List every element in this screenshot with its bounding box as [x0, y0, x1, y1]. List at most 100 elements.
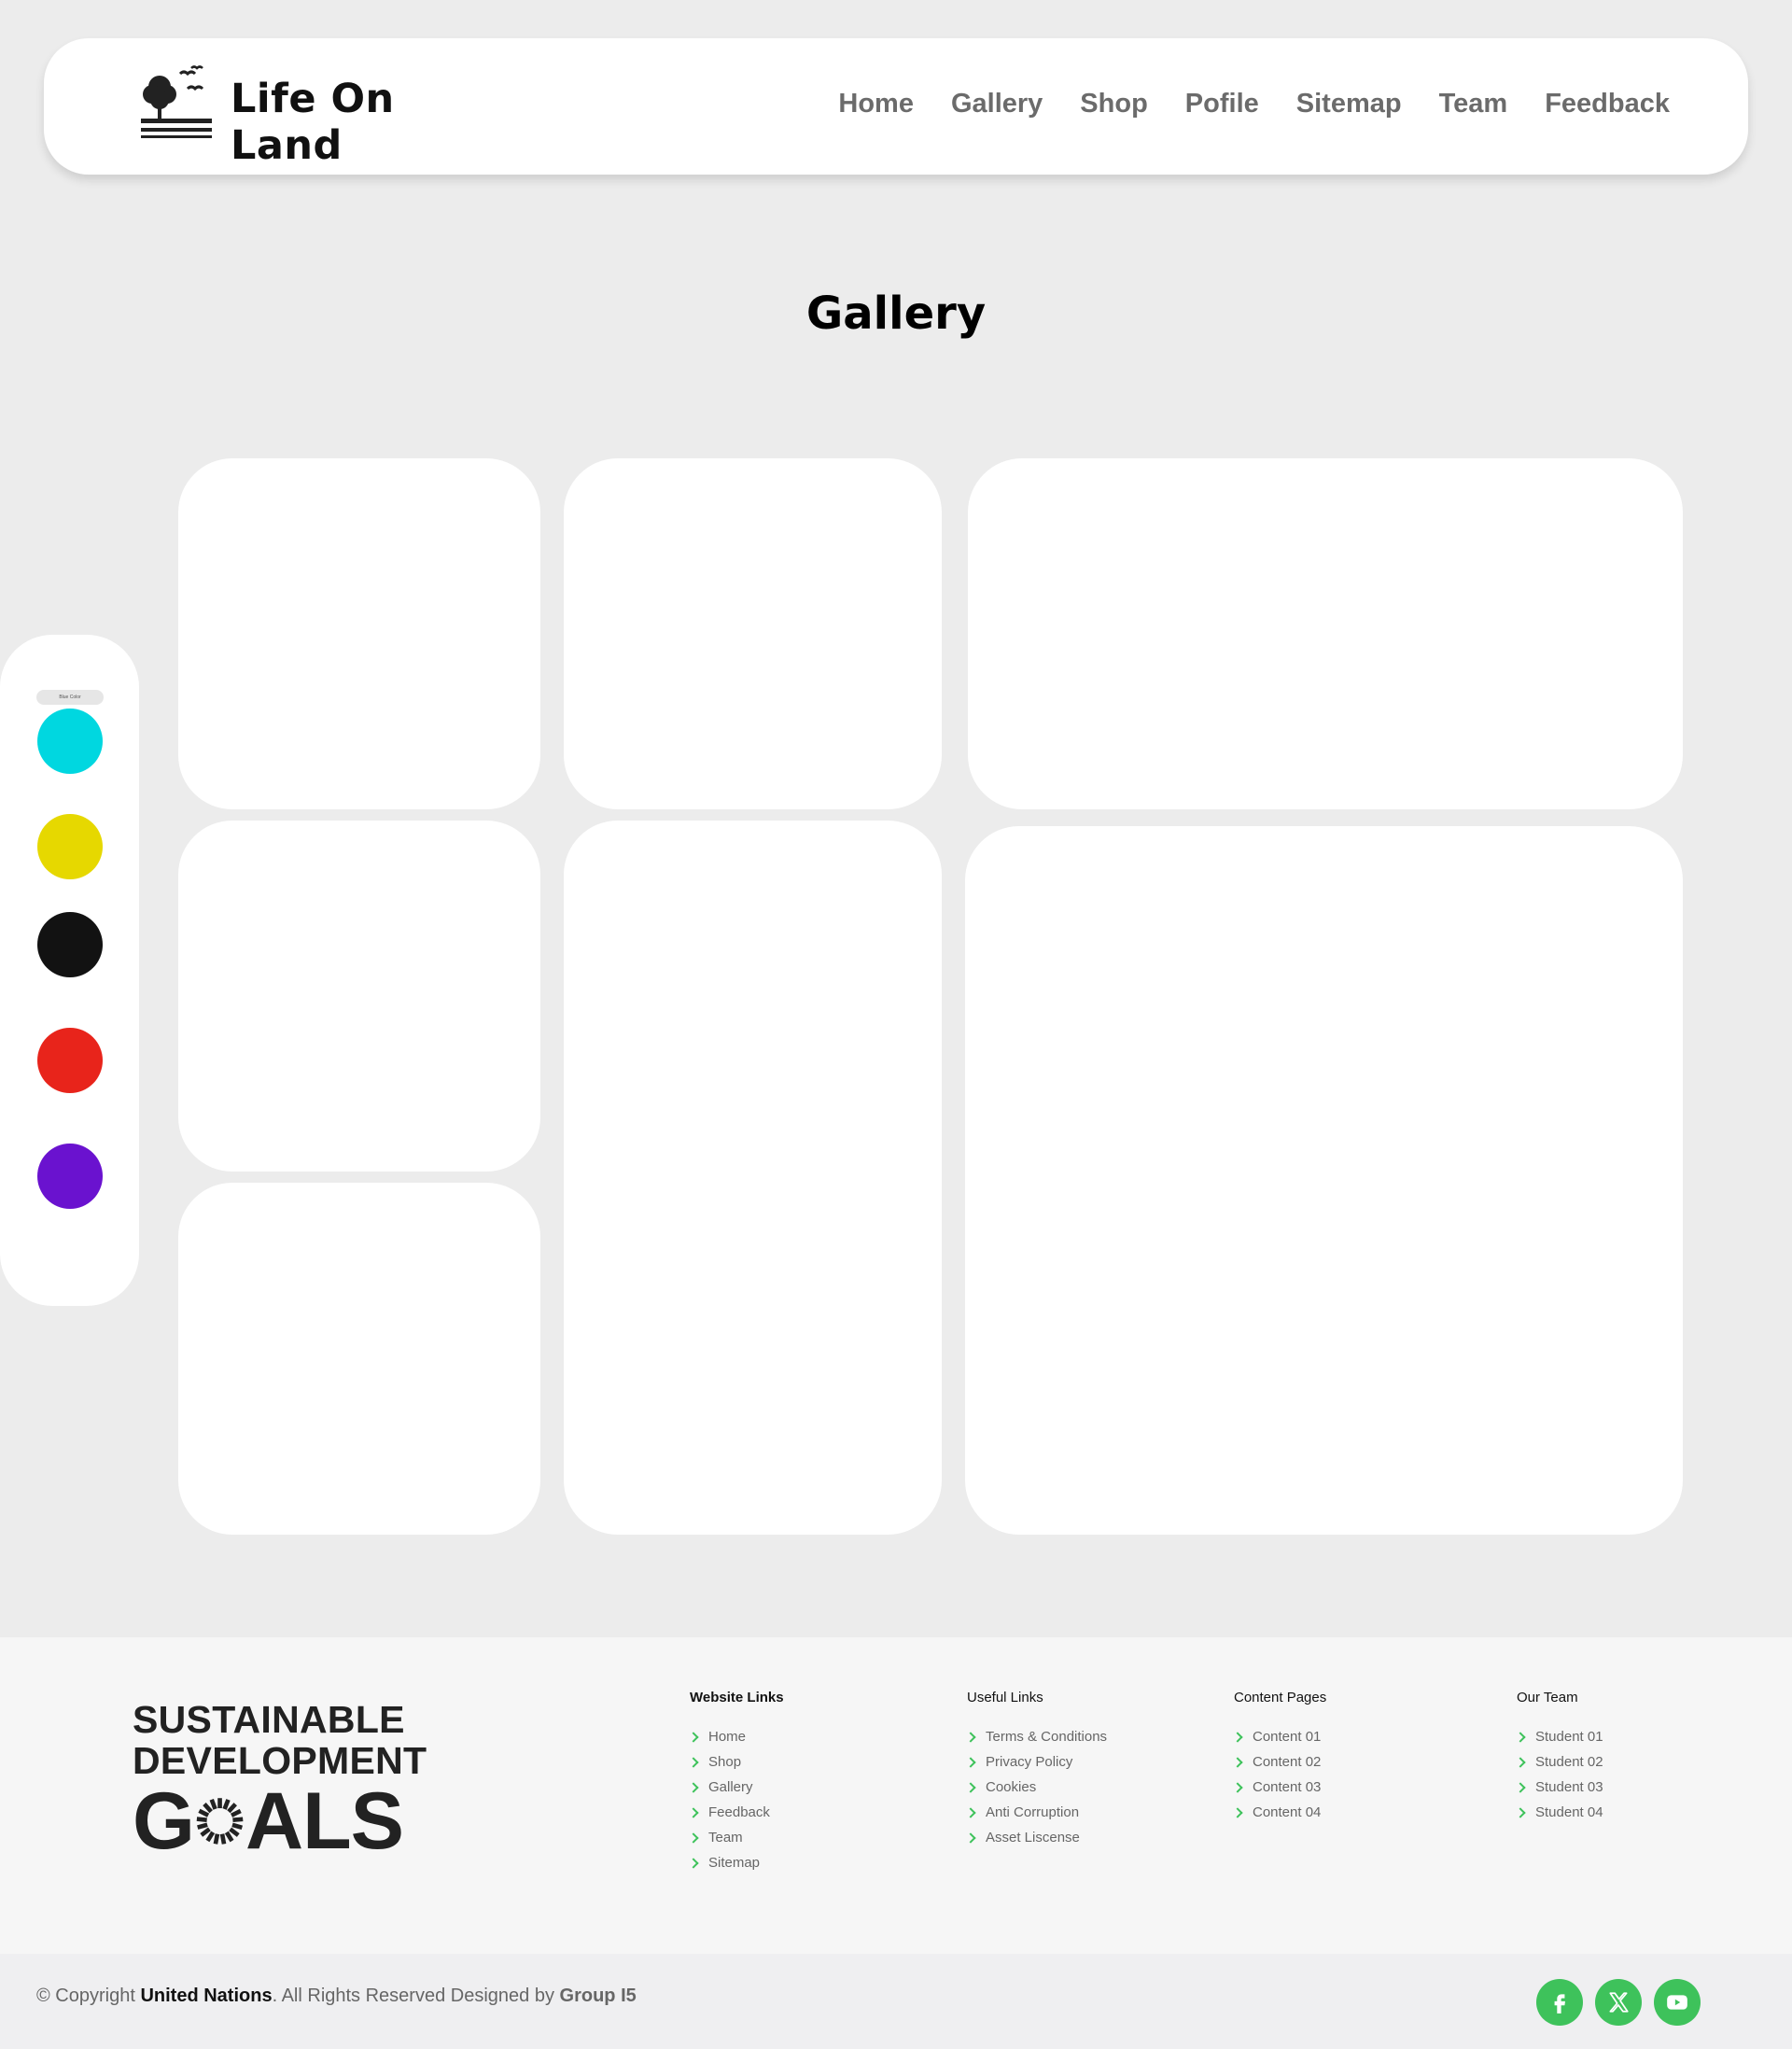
chevron-right-icon: [1232, 1806, 1243, 1818]
footer-link-label: Gallery: [708, 1779, 753, 1795]
footer-link[interactable]: Feedback: [688, 1800, 784, 1825]
youtube-icon: [1667, 1995, 1687, 2010]
footer-link[interactable]: Student 01: [1515, 1724, 1603, 1749]
copyright-text: © Copyright United Nations. All Rights R…: [36, 1986, 637, 2007]
chevron-right-icon: [688, 1781, 699, 1793]
gallery-card[interactable]: [564, 458, 942, 809]
site-footer: SUSTAINABLE DEVELOPMENT G ALS Website Li…: [0, 1637, 1792, 1954]
footer-link-label: Shop: [708, 1754, 742, 1770]
color-swatch-red[interactable]: [37, 1028, 103, 1093]
nav-feedback[interactable]: Feedback: [1545, 89, 1670, 119]
social-links: [1536, 1979, 1701, 2026]
footer-link-label: Anti Corruption: [986, 1804, 1080, 1820]
color-panel-label: Blue Color: [36, 690, 104, 705]
chevron-right-icon: [1515, 1731, 1526, 1743]
sdg-logo-line2: DEVELOPMENT: [133, 1739, 427, 1782]
footer-link[interactable]: Sitemap: [688, 1850, 784, 1875]
footer-link[interactable]: Content 03: [1232, 1775, 1326, 1800]
color-swatch-yellow[interactable]: [37, 814, 103, 879]
footer-link[interactable]: Home: [688, 1724, 784, 1749]
footer-link-label: Terms & Conditions: [986, 1729, 1108, 1745]
nav-gallery[interactable]: Gallery: [951, 89, 1043, 119]
gallery-card[interactable]: [968, 458, 1683, 809]
chevron-right-icon: [688, 1731, 699, 1743]
x-button[interactable]: [1595, 1979, 1642, 2026]
gallery-card[interactable]: [178, 458, 540, 809]
footer-link[interactable]: Student 03: [1515, 1775, 1603, 1800]
footer-link-label: Asset Liscense: [986, 1830, 1080, 1846]
footer-link[interactable]: Content 04: [1232, 1800, 1326, 1825]
chevron-right-icon: [1515, 1806, 1526, 1818]
footer-link-label: Sitemap: [708, 1855, 761, 1871]
chevron-right-icon: [1515, 1756, 1526, 1768]
color-swatch-black[interactable]: [37, 912, 103, 977]
footer-link-label: Student 02: [1535, 1754, 1603, 1770]
footer-col-website-links: Website Links Home Shop Gallery Feedback…: [688, 1690, 784, 1875]
footer-link[interactable]: Content 01: [1232, 1724, 1326, 1749]
chevron-right-icon: [688, 1806, 699, 1818]
footer-link[interactable]: Privacy Policy: [965, 1749, 1107, 1775]
footer-col-title: Useful Links: [967, 1690, 1043, 1705]
footer-link-label: Home: [708, 1729, 747, 1745]
chevron-right-icon: [965, 1806, 976, 1818]
copyright-group[interactable]: Group I5: [560, 1986, 637, 2006]
footer-link[interactable]: Gallery: [688, 1775, 784, 1800]
chevron-right-icon: [965, 1831, 976, 1844]
chevron-right-icon: [1232, 1731, 1243, 1743]
footer-link-label: Content 01: [1253, 1729, 1322, 1745]
chevron-right-icon: [1515, 1781, 1526, 1793]
chevron-right-icon: [1232, 1781, 1243, 1793]
facebook-icon: [1554, 1994, 1565, 2014]
footer-link[interactable]: Shop: [688, 1749, 784, 1775]
footer-link[interactable]: Asset Liscense: [965, 1825, 1107, 1850]
copyright-org[interactable]: United Nations: [140, 1986, 272, 2006]
footer-link[interactable]: Anti Corruption: [965, 1800, 1107, 1825]
tree-logo-icon: [141, 65, 212, 138]
footer-link[interactable]: Cookies: [965, 1775, 1107, 1800]
footer-link-label: Privacy Policy: [986, 1754, 1073, 1770]
footer-link-label: Content 03: [1253, 1779, 1322, 1795]
footer-col-title: Our Team: [1517, 1690, 1578, 1705]
footer-link[interactable]: Terms & Conditions: [965, 1724, 1108, 1749]
copyright-bar: © Copyright United Nations. All Rights R…: [0, 1954, 1792, 2049]
chevron-right-icon: [688, 1857, 699, 1869]
nav-profile[interactable]: Pofile: [1185, 89, 1259, 119]
facebook-button[interactable]: [1536, 1979, 1583, 2026]
nav-shop[interactable]: Shop: [1080, 89, 1148, 119]
nav-home[interactable]: Home: [838, 89, 914, 119]
nav-sitemap[interactable]: Sitemap: [1296, 89, 1402, 119]
main-nav: Home Gallery Shop Pofile Sitemap Team Fe…: [838, 89, 1670, 119]
gallery-card[interactable]: [564, 821, 942, 1535]
sdg-logo-g: G: [133, 1776, 195, 1866]
youtube-button[interactable]: [1654, 1979, 1701, 2026]
footer-link-label: Student 03: [1535, 1779, 1603, 1795]
color-swatch-purple[interactable]: [37, 1144, 103, 1209]
footer-link[interactable]: Team: [688, 1825, 784, 1850]
chevron-right-icon: [965, 1781, 976, 1793]
sdg-wheel-icon: [196, 1798, 244, 1845]
footer-col-useful-links: Useful Links Terms & Conditions Privacy …: [965, 1690, 1108, 1850]
sdg-logo-line3: G ALS: [133, 1776, 404, 1866]
footer-col-title: Website Links: [690, 1690, 784, 1705]
copyright-middle: . All Rights Reserved Designed by: [272, 1986, 560, 2006]
sdg-logo: SUSTAINABLE DEVELOPMENT G ALS: [133, 1699, 427, 1866]
site-logo[interactable]: Life On Land: [139, 64, 512, 169]
chevron-right-icon: [688, 1756, 699, 1768]
footer-link-label: Student 01: [1535, 1729, 1603, 1745]
nav-team[interactable]: Team: [1439, 89, 1508, 119]
site-header: Life On Land Home Gallery Shop Pofile Si…: [44, 38, 1748, 175]
gallery-card[interactable]: [178, 1183, 540, 1535]
page-title: Gallery: [805, 288, 987, 340]
gallery-card[interactable]: [965, 826, 1683, 1535]
footer-link-label: Cookies: [986, 1779, 1037, 1795]
sdg-logo-als: ALS: [245, 1776, 404, 1866]
x-icon: [1609, 1992, 1629, 2013]
footer-link[interactable]: Student 04: [1515, 1800, 1603, 1825]
color-swatch-cyan[interactable]: [37, 709, 103, 774]
brand-name: Life On Land: [231, 76, 395, 169]
footer-link[interactable]: Student 02: [1515, 1749, 1603, 1775]
footer-col-our-team: Our Team Student 01 Student 02 Student 0…: [1515, 1690, 1603, 1825]
footer-link[interactable]: Content 02: [1232, 1749, 1326, 1775]
gallery-card[interactable]: [178, 821, 540, 1172]
footer-link-label: Content 04: [1253, 1804, 1322, 1820]
